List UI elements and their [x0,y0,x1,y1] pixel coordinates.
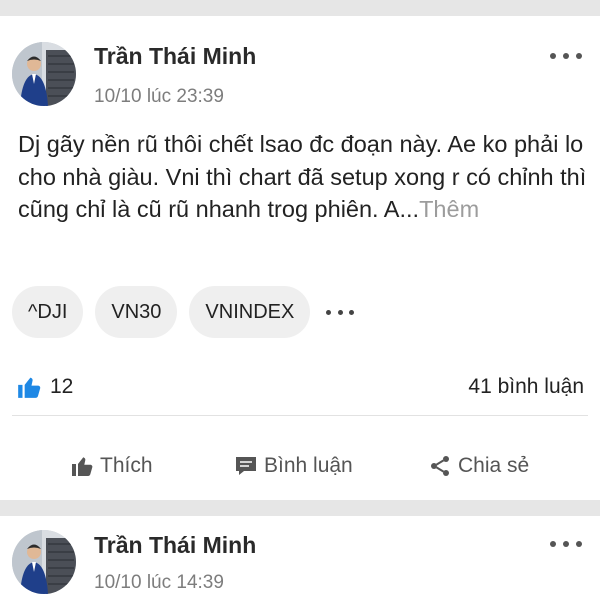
comment-button[interactable]: Bình luận [234,454,353,478]
avatar[interactable] [12,530,76,594]
like-summary[interactable]: 12 [16,374,73,400]
divider [12,415,588,416]
more-options-icon[interactable] [550,46,582,66]
post-card: Trần Thái Minh 10/10 lúc 23:39 Dj gãy nề… [0,16,600,500]
post-timestamp: 10/10 lúc 23:39 [94,86,224,107]
tag-vn30[interactable]: VN30 [95,286,178,338]
tag-vnindex[interactable]: VNINDEX [189,286,311,338]
author-name[interactable]: Trần Thái Minh [94,43,256,70]
thumbs-up-icon [18,377,41,398]
comment-button-label: Bình luận [264,454,353,477]
more-tags-icon[interactable] [322,302,358,322]
post-card: Trần Thái Minh 10/10 lúc 14:39 [0,516,600,600]
share-button-label: Chia sẻ [458,454,530,477]
like-button-label: Thích [100,454,153,477]
share-icon [431,456,449,476]
post-action-bar: Thích Bình luận Chia sẻ [0,448,600,488]
see-more-link[interactable]: Thêm [419,196,479,222]
thumbs-up-icon [72,457,93,476]
post-body: Dj gãy nền rũ thôi chết lsao đc đoạn này… [18,128,588,226]
feed-separator [0,0,600,16]
post-timestamp: 10/10 lúc 14:39 [94,572,224,593]
feed-separator [0,500,600,516]
tag-dji[interactable]: ^DJI [12,286,84,338]
comment-icon [236,457,256,475]
share-button[interactable]: Chia sẻ [428,454,529,478]
more-options-icon[interactable] [550,534,582,554]
tag-list: ^DJI VN30 VNINDEX [12,286,358,338]
author-name[interactable]: Trần Thái Minh [94,532,256,559]
post-body-text: Dj gãy nền rũ thôi chết lsao đc đoạn này… [18,131,587,222]
comment-count-link[interactable]: 41 bình luận [468,375,584,399]
like-count: 12 [50,375,74,398]
post-stats: 12 41 bình luận [16,372,584,402]
avatar[interactable] [12,42,76,106]
like-button[interactable]: Thích [70,454,153,478]
